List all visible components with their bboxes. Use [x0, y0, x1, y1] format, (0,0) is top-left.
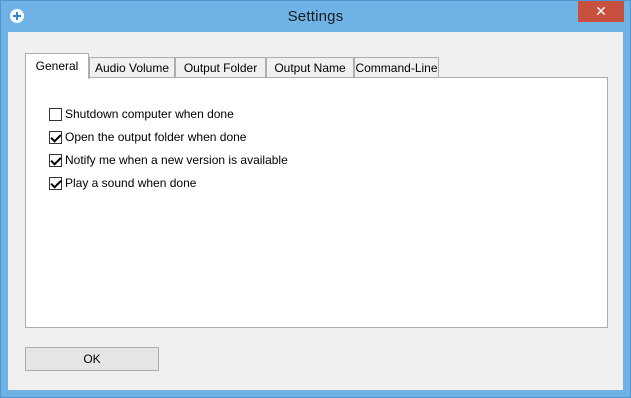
title-bar: Settings ✕ [1, 1, 630, 32]
dialog-body: General Audio Volume Output Folder Outpu… [8, 32, 623, 390]
shutdown-checkbox[interactable] [49, 107, 62, 121]
tab-command-line[interactable]: Command-Line [354, 57, 439, 78]
settings-window: Settings ✕ General Audio Volume Output F… [0, 0, 631, 398]
open-folder-option[interactable]: Open the output folder when done [49, 129, 246, 145]
open-folder-label: Open the output folder when done [65, 130, 247, 144]
ok-button[interactable]: OK [25, 347, 159, 371]
tab-output-name[interactable]: Output Name [266, 57, 354, 78]
tab-strip: General Audio Volume Output Folder Outpu… [25, 53, 445, 79]
window-title: Settings [287, 8, 344, 25]
general-tab-panel: Shutdown computer when done Open the out… [25, 77, 608, 328]
tab-audio-volume[interactable]: Audio Volume [89, 57, 175, 78]
play-sound-checkbox[interactable] [49, 176, 62, 190]
notify-update-label: Notify me when a new version is availabl… [65, 153, 288, 167]
tab-general[interactable]: General [25, 53, 89, 79]
open-folder-checkbox[interactable] [49, 130, 62, 144]
notify-update-checkbox[interactable] [49, 153, 62, 167]
shutdown-label: Shutdown computer when done [65, 107, 234, 121]
tab-output-folder[interactable]: Output Folder [175, 57, 266, 78]
notify-update-option[interactable]: Notify me when a new version is availabl… [49, 152, 288, 168]
close-button[interactable]: ✕ [578, 1, 624, 22]
play-sound-label: Play a sound when done [65, 176, 197, 190]
play-sound-option[interactable]: Play a sound when done [49, 175, 196, 191]
shutdown-option[interactable]: Shutdown computer when done [49, 106, 234, 122]
